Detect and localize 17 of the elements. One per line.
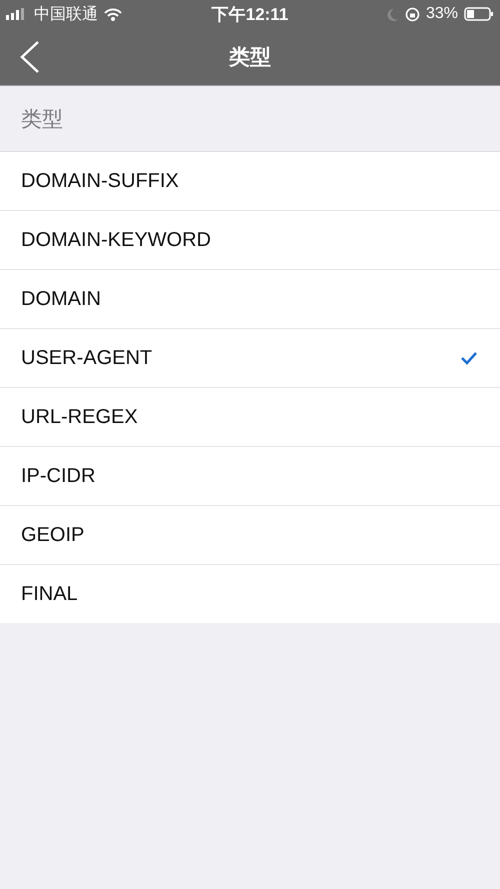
- battery-icon: [464, 7, 494, 21]
- status-time: 下午12:11: [212, 4, 288, 26]
- rotation-lock-icon: [404, 6, 420, 22]
- option-row[interactable]: FINAL: [0, 565, 500, 623]
- option-row[interactable]: DOMAIN-SUFFIX: [0, 152, 500, 211]
- option-row[interactable]: URL-REGEX: [0, 388, 500, 447]
- battery-percent: 33%: [426, 5, 458, 23]
- option-row[interactable]: IP-CIDR: [0, 447, 500, 506]
- moon-icon: [386, 8, 399, 20]
- option-row[interactable]: DOMAIN: [0, 270, 500, 329]
- wifi-icon: [104, 8, 122, 20]
- option-row[interactable]: GEOIP: [0, 506, 500, 565]
- option-row[interactable]: DOMAIN-KEYWORD: [0, 211, 500, 270]
- section-header: 类型: [21, 106, 63, 132]
- option-row[interactable]: USER-AGENT: [0, 329, 500, 388]
- screen-title: 类型: [229, 44, 271, 70]
- carrier-name: 中国联通: [34, 4, 98, 24]
